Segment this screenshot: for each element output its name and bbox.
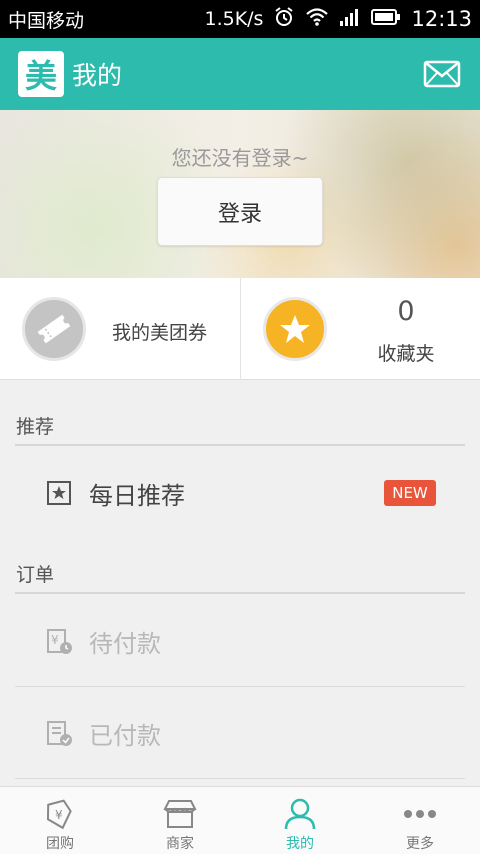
coupon-label: 我的美团券 [112,322,208,344]
not-logged-in-message: 您还没有登录~ [171,146,309,170]
nav-label: 商家 [166,836,194,852]
app-logo: 美 [18,51,64,97]
carrier-name: 中国移动 [8,9,85,32]
battery-icon [371,8,401,31]
daily-recommend-row[interactable]: 每日推荐 NEW [0,453,480,533]
nav-label: 我的 [286,836,314,852]
svg-text:¥: ¥ [55,808,63,822]
nav-label: 更多 [406,836,434,852]
network-speed: 1.5K/s [204,8,264,30]
row-divider [15,686,465,687]
star-icon [263,297,327,361]
coupon-icon [22,297,86,361]
recommend-section-title: 推荐 [16,416,55,438]
login-banner: 您还没有登录~ 登录 [0,110,480,278]
new-badge: NEW [384,480,436,506]
paid-label: 已付款 [89,721,161,750]
section-divider [15,444,465,446]
section-divider [15,592,465,594]
nav-item-group-buy[interactable]: ¥ 团购 [0,787,120,854]
login-button[interactable]: 登录 [157,177,323,246]
svg-text:¥: ¥ [51,633,59,647]
my-coupons-card[interactable]: 我的美团券 [0,278,240,380]
bottom-nav: ¥ 团购 商家 我的 更多 [0,786,480,854]
nav-item-more[interactable]: 更多 [360,787,480,854]
row-divider [15,778,465,779]
favorites-card[interactable]: 0 收藏夹 [240,278,480,380]
store-icon [162,797,198,831]
nav-item-mine[interactable]: 我的 [240,787,360,854]
orders-section-title: 订单 [16,564,55,586]
quick-access-cards: 我的美团券 0 收藏夹 [0,278,480,380]
mail-icon [423,60,461,88]
pending-payment-row[interactable]: ¥ 待付款 [0,601,480,681]
app-header: 美 我的 [0,38,480,110]
status-bar: 中国移动 1.5K/s 12:13 [0,0,480,38]
favorites-label: 收藏夹 [377,343,435,365]
clock-time: 12:13 [411,7,472,31]
paid-bill-icon [47,721,72,746]
messages-button[interactable] [422,59,462,89]
user-icon [282,797,318,831]
paid-row[interactable]: 已付款 [0,693,480,773]
nav-label: 团购 [46,836,74,852]
daily-recommend-label: 每日推荐 [89,481,185,510]
tag-icon: ¥ [42,797,78,831]
favorites-count: 0 [397,296,415,327]
nav-item-merchants[interactable]: 商家 [120,787,240,854]
pending-payment-label: 待付款 [89,629,161,658]
alarm-icon [273,6,295,33]
more-dots-icon [402,797,438,831]
page-title: 我的 [72,61,123,90]
star-box-icon [47,481,71,505]
signal-icon [339,7,361,32]
unpaid-bill-icon: ¥ [47,629,72,654]
wifi-icon [305,7,329,32]
